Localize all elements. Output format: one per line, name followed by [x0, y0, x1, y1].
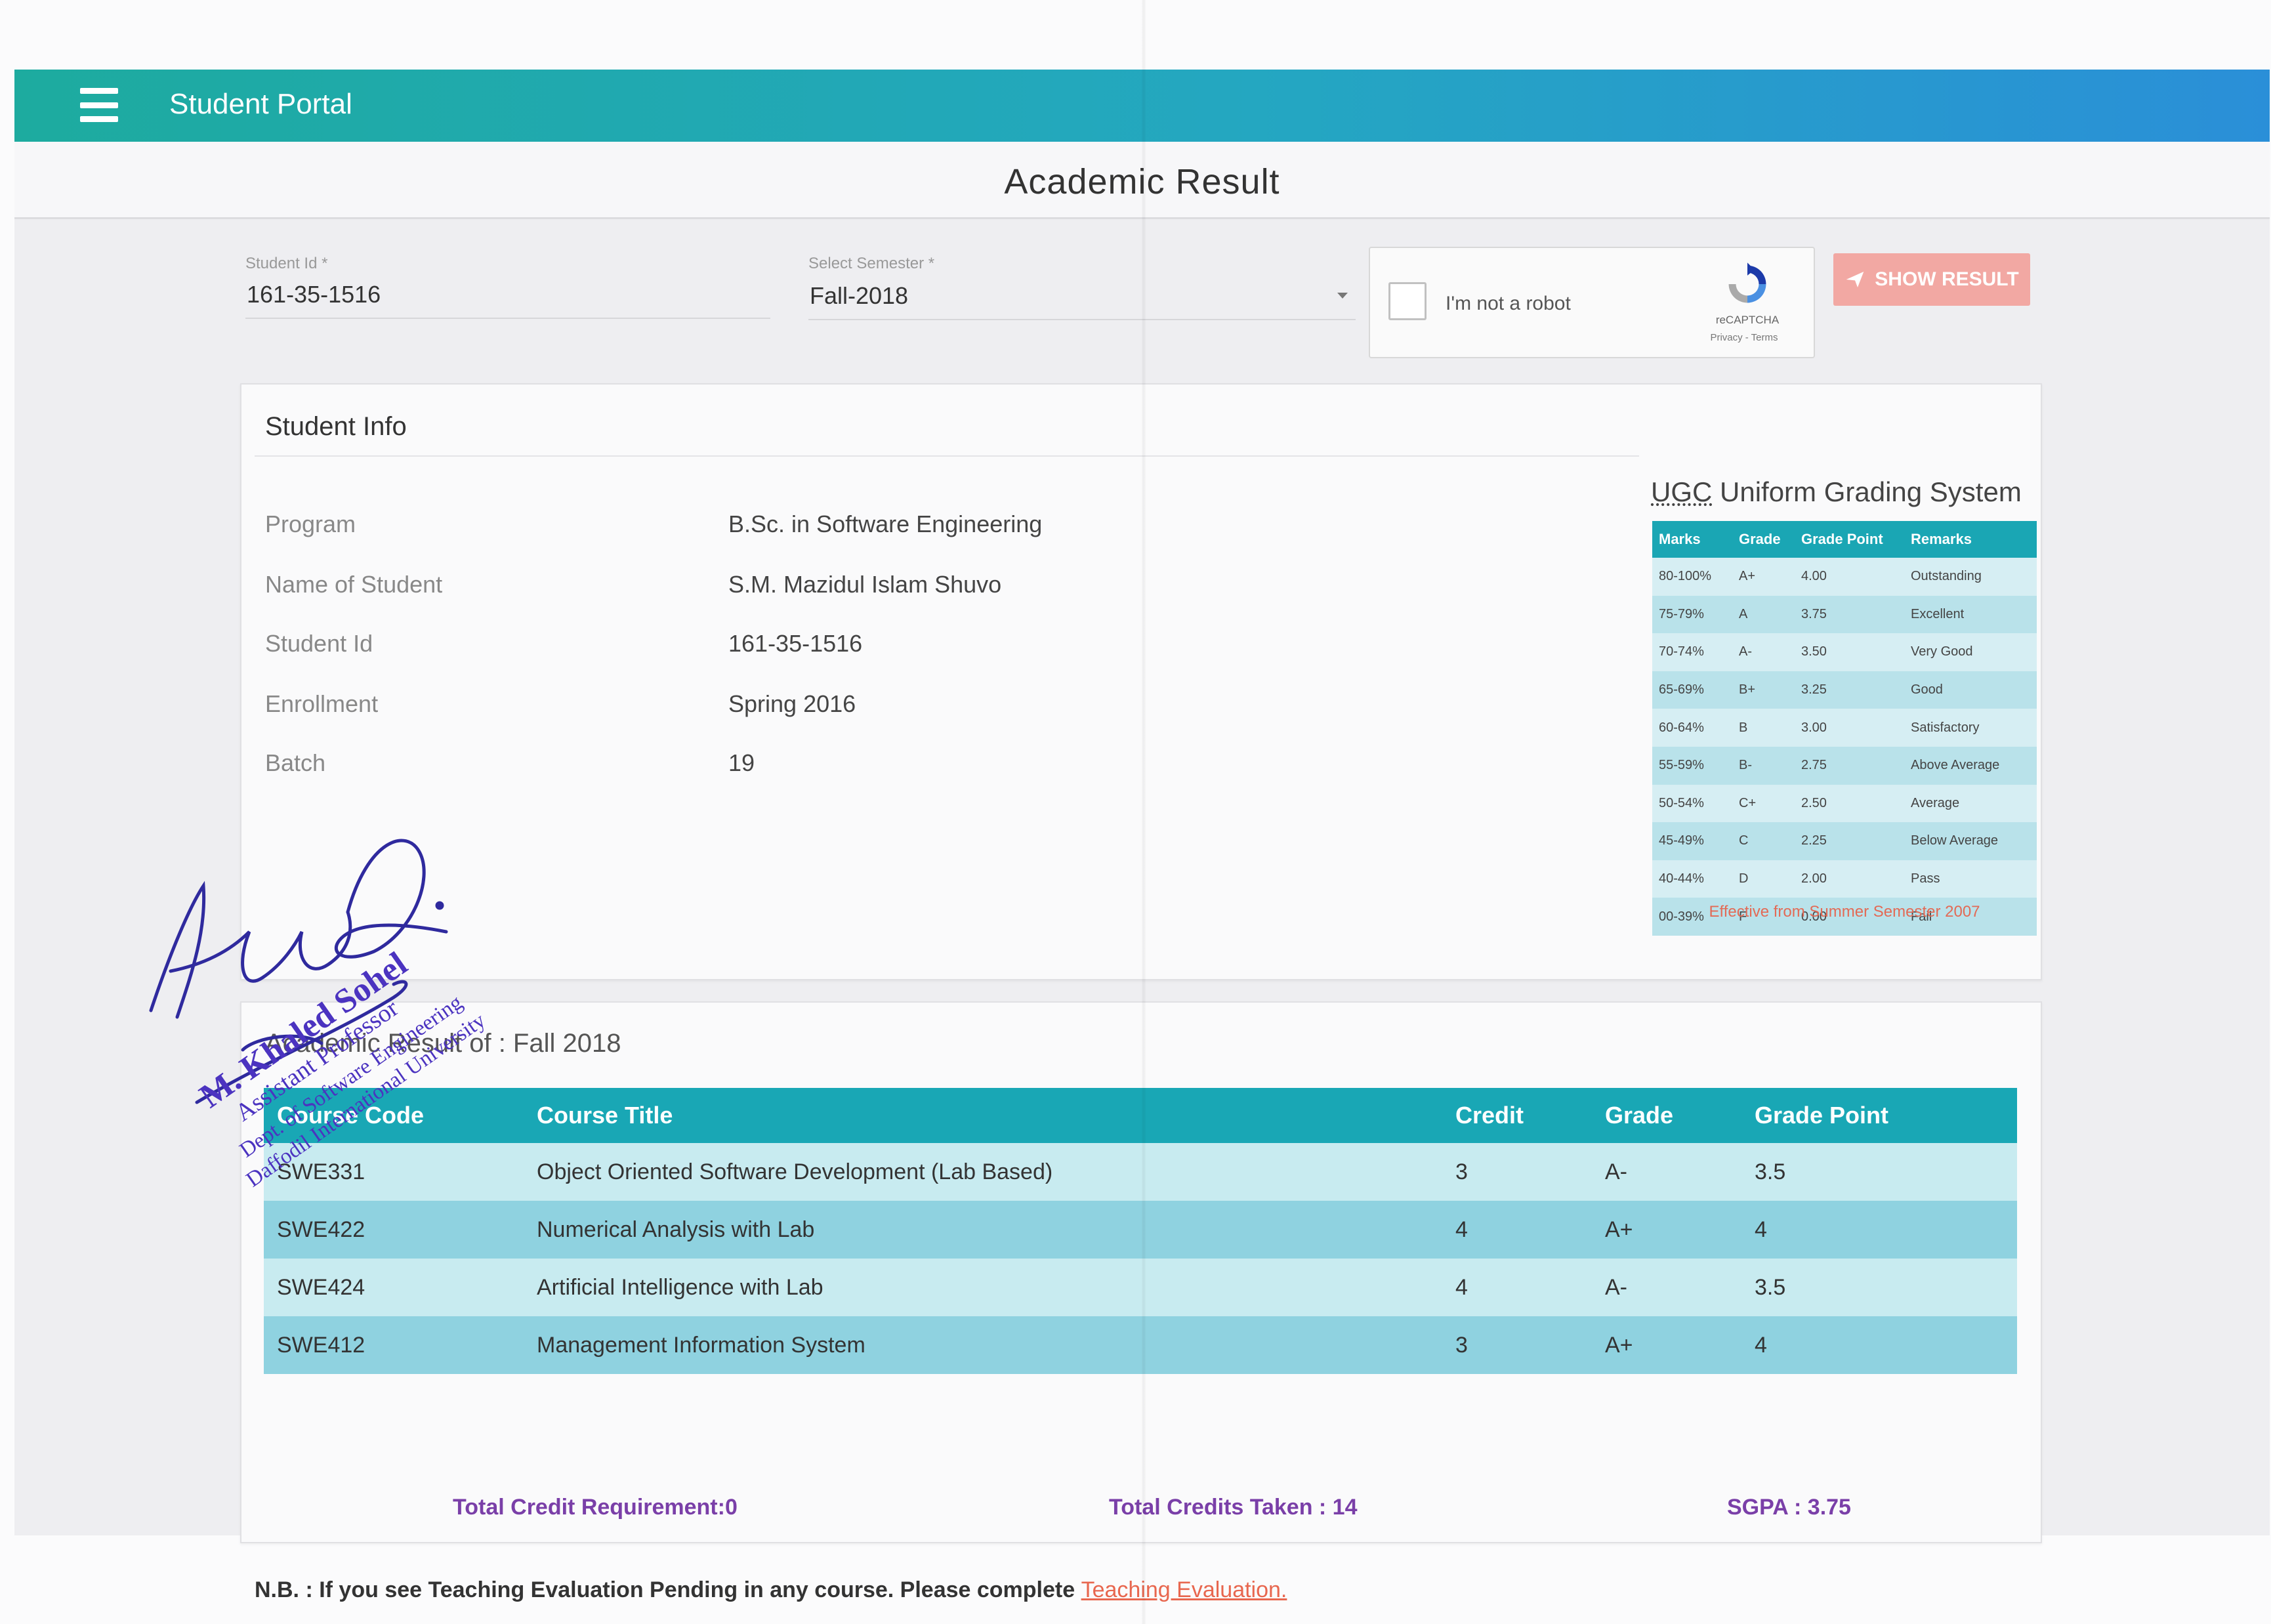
grading-row: 75-79% A 3.75 Excellent: [1652, 595, 2037, 634]
info-value-name: S.M. Mazidul Islam Shuvo: [728, 571, 1002, 598]
info-label-student-id: Student Id: [265, 630, 373, 657]
ugc-title: UGC Uniform Grading System: [1651, 476, 2022, 507]
send-icon: [1846, 272, 1864, 287]
grading-header-grade: Grade: [1732, 521, 1795, 558]
teaching-evaluation-note: N.B. : If you see Teaching Evaluation Pe…: [255, 1577, 1287, 1602]
app-title: Student Portal: [169, 88, 352, 120]
grading-row: 80-100% A+ 4.00 Outstanding: [1652, 558, 2037, 596]
table-row: SWE422 Numerical Analysis with Lab 4 A+ 4: [264, 1201, 2017, 1259]
show-result-button[interactable]: SHOW RESULT: [1833, 253, 2030, 306]
total-credit-requirement: Total Credit Requirement:0: [453, 1495, 738, 1520]
table-row: SWE424 Artificial Intelligence with Lab 4 A…: [264, 1259, 2017, 1316]
grading-row: 50-54% C+ 2.50 Average: [1652, 784, 2037, 823]
recaptcha-label: I'm not a robot: [1446, 293, 1571, 314]
recaptcha-links[interactable]: Privacy - Terms: [1685, 332, 1803, 343]
table-row: SWE412 Management Information System 3 A+ 4: [264, 1316, 2017, 1374]
info-value-enrollment: Spring 2016: [728, 690, 856, 717]
academic-result-card: Academic Result of : Fall 2018 Course Co…: [240, 1001, 2042, 1543]
result-header-row: Course Code Course Title Credit Grade Gr…: [264, 1088, 2017, 1143]
header-grade-point: Grade Point: [1755, 1088, 2017, 1143]
grading-header-remarks: Remarks: [1904, 521, 2037, 558]
table-row: SWE331 Object Oriented Software Developme…: [264, 1143, 2017, 1201]
total-credits-taken: Total Credits Taken : 14: [1109, 1495, 1358, 1520]
ugc-effective-note: Effective from Summer Semester 2007: [1709, 903, 1980, 921]
recaptcha-widget: I'm not a robot reCAPTCHA Privacy - Term…: [1369, 247, 1815, 358]
scanned-page: Student Portal Academic Result Student I…: [0, 0, 2271, 1624]
info-value-batch: 19: [728, 749, 755, 776]
info-label-enrollment: Enrollment: [265, 690, 379, 717]
ugc-grading-table: Marks Grade Grade Point Remarks 80-100% A…: [1652, 521, 2037, 936]
student-info-heading: Student Info: [265, 412, 407, 441]
grading-row: 70-74% A- 3.50 Very Good: [1652, 633, 2037, 671]
info-label-program: Program: [265, 510, 356, 537]
teaching-evaluation-link[interactable]: Teaching Evaluation.: [1081, 1577, 1287, 1602]
sgpa-value: SGPA : 3.75: [1727, 1495, 1851, 1520]
grading-row: 40-44% D 2.00 Pass: [1652, 860, 2037, 898]
chevron-down-icon[interactable]: [1337, 293, 1348, 299]
student-info-card: Student Info Program B.Sc. in Software E…: [240, 383, 2042, 980]
recaptcha-logo-icon: [1728, 262, 1766, 303]
recaptcha-checkbox[interactable]: [1388, 282, 1427, 320]
header-grade: Grade: [1605, 1088, 1755, 1143]
recaptcha-brand: reCAPTCHA: [1715, 314, 1780, 326]
header-course-title: Course Title: [537, 1088, 1455, 1143]
grading-row: 45-49% C 2.25 Below Average: [1652, 822, 2037, 860]
grading-header-row: Marks Grade Grade Point Remarks: [1652, 521, 2037, 558]
info-value-student-id: 161-35-1516: [728, 630, 863, 657]
heading-divider: [255, 455, 1639, 457]
header-credit: Credit: [1455, 1088, 1605, 1143]
menu-icon[interactable]: [80, 88, 118, 122]
grading-row: 65-69% B+ 3.25 Good: [1652, 671, 2037, 709]
student-id-underline: [245, 318, 770, 319]
info-label-name: Name of Student: [265, 571, 443, 598]
result-table: Course Code Course Title Credit Grade Gr…: [264, 1088, 2017, 1374]
semester-select[interactable]: Fall-2018: [810, 282, 908, 310]
result-heading: Academic Result of : Fall 2018: [265, 1029, 621, 1058]
grading-row: 60-64% B 3.00 Satisfactory: [1652, 709, 2037, 747]
grading-header-marks: Marks: [1652, 521, 1732, 558]
show-result-label: SHOW RESULT: [1875, 268, 2019, 290]
info-label-batch: Batch: [265, 749, 326, 776]
semester-underline: [808, 319, 1356, 320]
student-id-label: Student Id *: [245, 255, 328, 272]
semester-label: Select Semester *: [808, 255, 935, 272]
info-value-program: B.Sc. in Software Engineering: [728, 510, 1043, 537]
student-id-input[interactable]: 161-35-1516: [247, 281, 381, 308]
grading-row: 55-59% B- 2.75 Above Average: [1652, 746, 2037, 785]
grading-header-point: Grade Point: [1795, 521, 1904, 558]
page-fold-crease: [1142, 0, 1146, 1624]
header-course-code: Course Code: [264, 1088, 537, 1143]
